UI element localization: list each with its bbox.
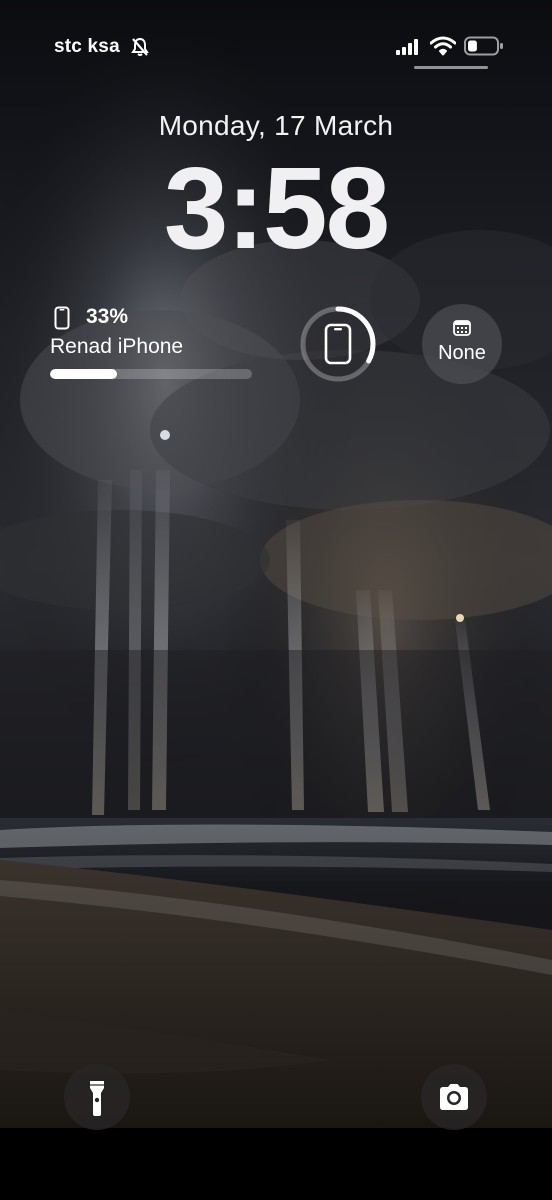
- device-battery-ring-widget[interactable]: [298, 304, 378, 384]
- device-name: Renad iPhone: [50, 335, 184, 358]
- camera-icon: [440, 1084, 468, 1110]
- calendar-icon: [453, 320, 471, 336]
- carrier-name: stc ksa: [54, 36, 120, 57]
- bell-slash-icon: [130, 37, 150, 57]
- battery-level-fill: [50, 369, 117, 379]
- wifi-icon: [429, 36, 457, 56]
- iphone-icon: [324, 323, 352, 365]
- lock-screen-time: 3:58: [163, 143, 390, 273]
- status-bar: stc ksa: [0, 28, 552, 69]
- battery-widget[interactable]: 33% Renad iPhone: [50, 302, 260, 382]
- battery-percentage: 33%: [86, 305, 129, 328]
- control-center-indicator[interactable]: [414, 66, 488, 69]
- lock-screen: stc ksa Monday, 17 March 3:58 33% Renad …: [0, 0, 552, 1200]
- lock-screen-date: Monday, 17 March: [158, 110, 394, 141]
- iphone-icon: [54, 306, 70, 330]
- cellular-signal-icon: [396, 39, 420, 55]
- battery-icon: [464, 36, 504, 56]
- camera-button[interactable]: [421, 1064, 487, 1130]
- flashlight-button[interactable]: [64, 1064, 130, 1130]
- flashlight-icon: [90, 1081, 104, 1116]
- calendar-widget[interactable]: None: [422, 304, 502, 384]
- battery-level-bar: [50, 369, 252, 379]
- calendar-widget-label: None: [438, 342, 486, 364]
- home-indicator-area: [0, 1128, 552, 1200]
